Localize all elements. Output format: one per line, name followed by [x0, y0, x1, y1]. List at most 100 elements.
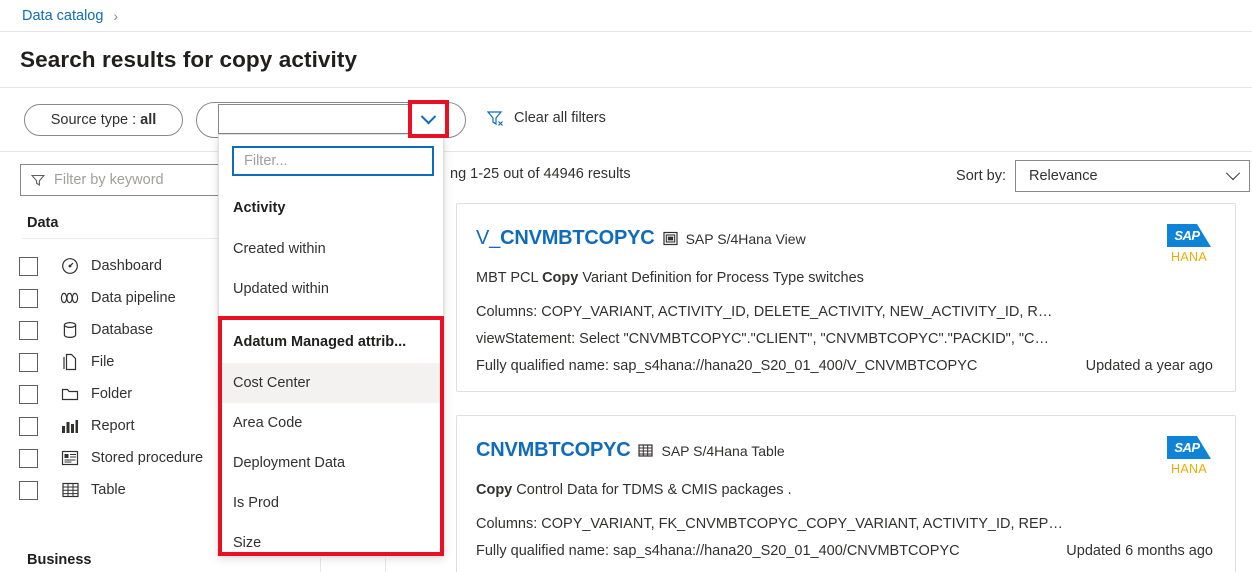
- flyout-item-label: Deployment Data: [233, 455, 346, 471]
- flyout-item-label: Area Code: [233, 415, 303, 431]
- flyout-filter-input[interactable]: Filter...: [232, 146, 434, 176]
- facet-item-folder[interactable]: Folder: [19, 378, 229, 410]
- results-panel: ng 1-25 out of 44946 results Sort by: Re…: [440, 152, 1252, 572]
- sap-hana-logo: SAP HANA: [1162, 436, 1216, 476]
- keyword-filter-input[interactable]: Filter by keyword: [20, 164, 225, 196]
- view-icon: [662, 231, 678, 246]
- result-card[interactable]: V_CNVMBTCOPYC SAP S/4Hana View MBT PCL C…: [456, 203, 1236, 392]
- search-results-page: Data catalog › Search results for copy a…: [0, 0, 1252, 572]
- flyout-group-header-adatum: Adatum Managed attrib...: [233, 334, 407, 350]
- flyout-item-label: Created within: [233, 241, 326, 257]
- facet-item-stored-procedure[interactable]: Stored procedure: [19, 442, 229, 474]
- facet-label: Database: [91, 322, 154, 338]
- hana-logo-text: HANA: [1171, 250, 1207, 264]
- table-icon: [60, 480, 80, 500]
- file-icon: [60, 352, 80, 372]
- folder-icon: [60, 384, 80, 404]
- flyout-item-area-code[interactable]: Area Code: [220, 403, 444, 443]
- report-icon: [60, 416, 80, 436]
- flyout-item-updated-within[interactable]: Updated within: [220, 269, 444, 309]
- page-title: Search results for copy activity: [20, 46, 358, 72]
- database-icon: [60, 320, 80, 340]
- facet-group-title-business: Business: [27, 552, 92, 568]
- flyout-item-label: Updated within: [233, 281, 329, 297]
- sap-logo-text: SAP: [1174, 228, 1200, 243]
- facet-divider: [22, 238, 225, 239]
- facet-item-table[interactable]: Table: [19, 474, 229, 506]
- result-description: MBT PCL Copy Variant Definition for Proc…: [476, 270, 864, 286]
- table-icon: [638, 443, 654, 458]
- facet-item-dashboard[interactable]: Dashboard: [19, 250, 229, 282]
- result-title[interactable]: V_CNVMBTCOPYC: [476, 227, 655, 250]
- facet-panel: Filter by keyword Data Dashboard Data pi…: [0, 152, 225, 572]
- facet-label: Dashboard: [91, 258, 162, 274]
- result-updated: Updated a year ago: [1085, 358, 1213, 374]
- sap-mark: SAP: [1167, 436, 1211, 459]
- facet-checkbox[interactable]: [19, 320, 38, 340]
- facet-item-report[interactable]: Report: [19, 410, 229, 442]
- facet-item-data-pipeline[interactable]: Data pipeline: [19, 282, 229, 314]
- attribute-dropdown-toggle[interactable]: [408, 100, 449, 138]
- flyout-item-label: Size: [233, 535, 262, 551]
- facet-label: Stored procedure: [91, 450, 204, 466]
- facet-item-file[interactable]: File: [19, 346, 229, 378]
- result-description: Copy Control Data for TDMS & CMIS packag…: [476, 482, 792, 498]
- page-title-bar: Search results for copy activity: [0, 32, 1252, 88]
- clear-filter-icon: [487, 110, 505, 126]
- facet-label: Report: [91, 418, 135, 434]
- breadcrumb-separator-icon: ›: [113, 7, 119, 24]
- result-meta-columns: Columns: COPY_VARIANT, FK_CNVMBTCOPYC_CO…: [476, 516, 1063, 532]
- facet-label: Table: [91, 482, 126, 498]
- dashboard-icon: [60, 256, 80, 276]
- flyout-filter-placeholder: Filter...: [244, 153, 288, 169]
- flyout-item-size[interactable]: Size: [220, 523, 444, 563]
- sort-by-value: Relevance: [1029, 168, 1098, 184]
- flyout-item-is-prod[interactable]: Is Prod: [220, 483, 444, 523]
- breadcrumb-item-data-catalog[interactable]: Data catalog: [22, 8, 103, 24]
- facet-checkbox[interactable]: [19, 416, 38, 436]
- facet-label: File: [91, 354, 115, 370]
- flyout-item-label: Cost Center: [233, 375, 311, 391]
- facet-checkbox[interactable]: [19, 256, 38, 276]
- result-meta-fqn: Fully qualified name: sap_s4hana://hana2…: [476, 358, 978, 374]
- flyout-item-cost-center[interactable]: Cost Center: [220, 363, 444, 403]
- facet-checkbox[interactable]: [19, 288, 38, 308]
- pipeline-icon: [60, 288, 80, 308]
- sort-by-control: Sort by: Relevance: [956, 160, 1250, 192]
- facet-checkbox[interactable]: [19, 352, 38, 372]
- result-card[interactable]: CNVMBTCOPYC SAP S/4Hana Table Copy Contr…: [456, 415, 1236, 572]
- clear-all-filters-button[interactable]: Clear all filters: [487, 110, 606, 126]
- flyout-group-header-activity: Activity: [233, 200, 286, 216]
- facet-checkbox[interactable]: [19, 448, 38, 468]
- sap-logo-text: SAP: [1174, 440, 1200, 455]
- result-meta-fqn: Fully qualified name: sap_s4hana://hana2…: [476, 543, 960, 559]
- facet-group-title-data: Data: [27, 215, 59, 231]
- filter-bar: [0, 88, 1252, 152]
- result-title-row: CNVMBTCOPYC SAP S/4Hana Table: [476, 439, 785, 462]
- facet-item-database[interactable]: Database: [19, 314, 229, 346]
- facet-checkbox[interactable]: [19, 384, 38, 404]
- result-meta-columns: Columns: COPY_VARIANT, ACTIVITY_ID, DELE…: [476, 304, 1053, 320]
- sap-mark: SAP: [1167, 224, 1211, 247]
- results-count: ng 1-25 out of 44946 results: [450, 166, 631, 182]
- source-type-filter-pill[interactable]: Source type : all: [24, 104, 183, 136]
- result-title[interactable]: CNVMBTCOPYC: [476, 439, 631, 462]
- flyout-item-deployment-data[interactable]: Deployment Data: [220, 443, 444, 483]
- flyout-item-label: Is Prod: [233, 495, 279, 511]
- attribute-dropdown-flyout: Filter... Activity Created within Update…: [218, 134, 444, 556]
- result-kind: SAP S/4Hana Table: [661, 442, 785, 459]
- keyword-filter-placeholder: Filter by keyword: [54, 172, 164, 188]
- clear-all-filters-label: Clear all filters: [514, 110, 606, 126]
- result-updated: Updated 6 months ago: [1066, 543, 1213, 559]
- result-meta-viewstatement: viewStatement: Select "CNVMBTCOPYC"."CLI…: [476, 331, 1049, 347]
- facet-checkbox[interactable]: [19, 480, 38, 500]
- result-title-row: V_CNVMBTCOPYC SAP S/4Hana View: [476, 227, 806, 250]
- sort-by-select[interactable]: Relevance: [1015, 160, 1250, 192]
- result-kind: SAP S/4Hana View: [685, 230, 806, 247]
- chevron-down-icon: [420, 108, 437, 124]
- source-type-label: Source type :: [50, 112, 137, 128]
- source-type-value: all: [140, 112, 157, 128]
- flyout-item-created-within[interactable]: Created within: [220, 229, 444, 269]
- sap-hana-logo: SAP HANA: [1162, 224, 1216, 264]
- facet-label: Data pipeline: [91, 290, 176, 306]
